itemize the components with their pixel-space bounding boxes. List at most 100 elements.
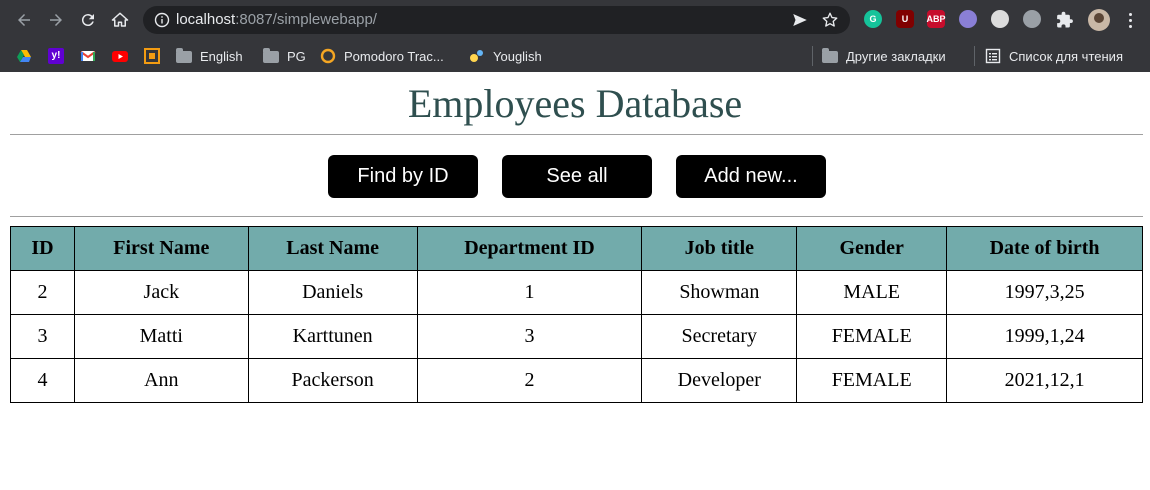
- settings-extension-icon[interactable]: [1023, 10, 1041, 28]
- cell-gender: FEMALE: [796, 358, 948, 403]
- reload-button[interactable]: [76, 8, 100, 32]
- column-header-id: ID: [10, 226, 75, 271]
- cell-date-of-birth: 2021,12,1: [946, 358, 1143, 403]
- page-title: Employees Database: [407, 81, 743, 126]
- cell-last-name: Karttunen: [247, 314, 418, 359]
- divider: [10, 216, 1143, 217]
- reading-list-icon: [985, 48, 1001, 64]
- table-row: 4 Ann Packerson 2 Developer FEMALE 2021,…: [10, 358, 1143, 403]
- youglish-icon: [470, 50, 483, 62]
- bookmark-label: PG: [287, 48, 306, 64]
- find-by-id-button[interactable]: Find by ID: [328, 155, 478, 198]
- arrow-right-icon: [50, 14, 62, 26]
- bookmark-label: English: [200, 48, 243, 64]
- url-text[interactable]: localhost:8087/simplewebapp/: [176, 6, 377, 34]
- google-drive-icon: [17, 50, 31, 62]
- bookmark-google-drive[interactable]: [16, 40, 32, 72]
- column-header-date-of-birth: Date of birth: [946, 226, 1143, 271]
- cell-gender: MALE: [796, 270, 948, 315]
- grammarly-extension-icon[interactable]: G: [864, 10, 882, 28]
- bookmark-label: Pomodoro Trac...: [344, 48, 444, 64]
- cell-job-title: Developer: [641, 358, 798, 403]
- gmail-icon: [80, 51, 96, 61]
- bookmark-separator: [812, 46, 813, 66]
- dot-icon: [1128, 18, 1132, 22]
- cell-first-name: Jack: [73, 270, 249, 315]
- url-path: :8087/simplewebapp/: [235, 11, 377, 28]
- bookmark-pomodoro[interactable]: Pomodoro Trac...: [320, 40, 444, 72]
- yahoo-icon: y!: [48, 48, 64, 64]
- cell-id: 4: [10, 358, 75, 403]
- cell-id: 3: [10, 314, 75, 359]
- bookmark-youtube[interactable]: [112, 40, 128, 72]
- cell-first-name: Ann: [73, 358, 249, 403]
- reload-icon: [81, 14, 94, 27]
- circle-icon: [320, 48, 336, 64]
- home-icon: [111, 12, 129, 27]
- folder-icon: [176, 48, 192, 63]
- browser-toolbar: localhost:8087/simplewebapp/ G U ABP: [0, 0, 1150, 40]
- bookmark-yahoo[interactable]: y!: [48, 40, 64, 72]
- cell-department-id: 2: [416, 358, 643, 403]
- home-button[interactable]: [108, 8, 132, 32]
- table-row: 3 Matti Karttunen 3 Secretary FEMALE 199…: [10, 314, 1143, 359]
- info-icon[interactable]: [154, 12, 170, 28]
- cell-date-of-birth: 1999,1,24: [946, 314, 1143, 359]
- bookmark-orange[interactable]: [144, 40, 160, 72]
- column-header-first-name: First Name: [73, 226, 249, 271]
- drop-extension-icon[interactable]: [959, 10, 977, 28]
- bookmark-folder-pg[interactable]: PG: [263, 40, 306, 72]
- reading-list[interactable]: Список для чтения: [985, 40, 1123, 72]
- table-row: 2 Jack Daniels 1 Showman MALE 1997,3,25: [10, 270, 1143, 315]
- employees-table: ID First Name Last Name Department ID Jo…: [10, 226, 1143, 403]
- address-bar[interactable]: localhost:8087/simplewebapp/: [143, 6, 850, 34]
- puzzle-icon: [1057, 11, 1073, 28]
- url-host: localhost: [176, 11, 236, 28]
- back-button[interactable]: [12, 8, 36, 32]
- cell-last-name: Daniels: [247, 270, 418, 315]
- forward-button[interactable]: [44, 8, 68, 32]
- page-content: Employees Database Find by ID See all Ad…: [0, 72, 1150, 490]
- reading-list-label: Список для чтения: [1009, 48, 1123, 64]
- cell-department-id: 3: [416, 314, 643, 359]
- column-header-job-title: Job title: [641, 226, 798, 271]
- cell-job-title: Secretary: [641, 314, 798, 359]
- arrow-left-icon: [18, 14, 30, 26]
- bookmark-star-icon[interactable]: [821, 11, 839, 29]
- adblock-plus-extension-icon[interactable]: ABP: [927, 10, 946, 28]
- extensions-button[interactable]: [1053, 8, 1077, 32]
- dot-icon: [1128, 12, 1132, 16]
- eyedropper-extension-icon[interactable]: [991, 10, 1009, 28]
- cell-last-name: Packerson: [247, 358, 418, 403]
- profile-avatar[interactable]: [1088, 9, 1110, 31]
- browser-chrome: localhost:8087/simplewebapp/ G U ABP y!: [0, 0, 1150, 72]
- other-bookmarks-label: Другие закладки: [846, 48, 946, 64]
- see-all-button[interactable]: See all: [502, 155, 652, 198]
- folder-icon: [822, 48, 838, 63]
- column-header-department-id: Department ID: [416, 226, 643, 271]
- youtube-icon: [112, 51, 128, 62]
- menu-button[interactable]: [1120, 10, 1140, 30]
- divider: [10, 134, 1143, 135]
- folder-icon: [263, 48, 279, 63]
- bookmark-other[interactable]: Другие закладки: [822, 40, 946, 72]
- bookmark-separator: [974, 46, 975, 66]
- bookmark-youglish[interactable]: Youglish: [469, 40, 542, 72]
- cell-job-title: Showman: [641, 270, 798, 315]
- column-header-last-name: Last Name: [247, 226, 418, 271]
- bookmark-label: Youglish: [493, 48, 542, 64]
- column-header-gender: Gender: [796, 226, 948, 271]
- orange-square-icon: [144, 48, 160, 64]
- cell-first-name: Matti: [73, 314, 249, 359]
- cell-gender: FEMALE: [796, 314, 948, 359]
- add-new-button[interactable]: Add new...: [676, 155, 826, 198]
- bookmark-gmail[interactable]: [80, 40, 96, 72]
- dot-icon: [1128, 24, 1132, 28]
- cell-date-of-birth: 1997,3,25: [946, 270, 1143, 315]
- send-tab-icon[interactable]: [791, 11, 809, 29]
- bookmark-folder-english[interactable]: English: [176, 40, 243, 72]
- bookmarks-bar: y! English PG Pomodoro Trac... Youglish: [0, 40, 1150, 72]
- table-header-row: ID First Name Last Name Department ID Jo…: [10, 226, 1143, 271]
- ublock-extension-icon[interactable]: U: [896, 10, 914, 28]
- cell-department-id: 1: [416, 270, 643, 315]
